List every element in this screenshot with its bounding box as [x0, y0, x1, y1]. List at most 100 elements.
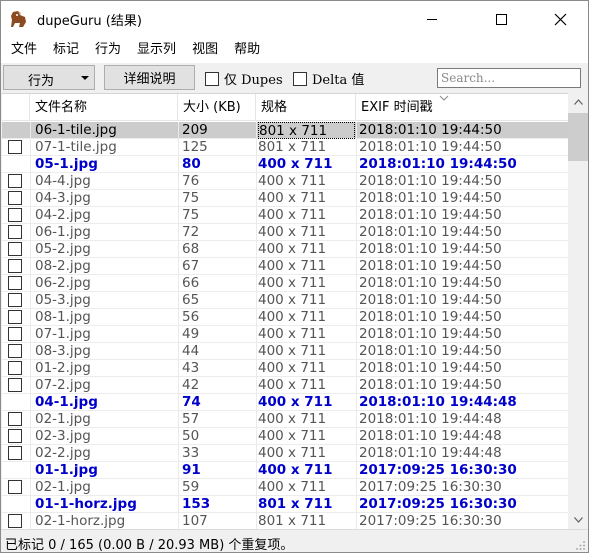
- vertical-scrollbar[interactable]: [568, 93, 588, 529]
- table-row[interactable]: 05-2.jpg 68 400 x 711 2018:01:10 19:44:50: [2, 241, 568, 258]
- cell-dimensions: 400 x 711: [258, 173, 327, 189]
- menu-mark[interactable]: 标记: [45, 39, 87, 61]
- minimize-button[interactable]: [409, 1, 455, 37]
- row-mark-checkbox[interactable]: [8, 514, 22, 528]
- table-row[interactable]: 02-3.jpg 50 400 x 711 2018:01:10 19:44:48: [2, 428, 568, 445]
- row-mark-checkbox[interactable]: [8, 225, 22, 239]
- row-mark-checkbox[interactable]: [8, 378, 22, 392]
- cell-filename: 05-3.jpg: [35, 292, 91, 308]
- menu-actions[interactable]: 行为: [87, 39, 129, 61]
- table-row[interactable]: 06-1.jpg 72 400 x 711 2018:01:10 19:44:50: [2, 224, 568, 241]
- scroll-up-button[interactable]: [568, 93, 588, 111]
- cell-dimensions: 400 x 711: [258, 156, 333, 172]
- cell-dimensions: 400 x 711: [258, 428, 327, 444]
- cell-filename: 07-2.jpg: [35, 377, 91, 393]
- row-mark-checkbox[interactable]: [8, 293, 22, 307]
- row-mark-checkbox[interactable]: [8, 412, 22, 426]
- row-mark-checkbox[interactable]: [8, 446, 22, 460]
- menu-view[interactable]: 视图: [184, 39, 226, 61]
- search-input[interactable]: [437, 68, 581, 88]
- cell-exif-timestamp: 2018:01:10 19:44:50: [359, 292, 502, 308]
- header-filename[interactable]: 文件名称: [30, 94, 178, 121]
- row-mark-checkbox[interactable]: [8, 259, 22, 273]
- cell-filename: 05-1.jpg: [35, 156, 98, 172]
- maximize-button[interactable]: [478, 1, 524, 37]
- table-row[interactable]: 08-3.jpg 44 400 x 711 2018:01:10 19:44:50: [2, 343, 568, 360]
- cell-exif-timestamp: 2018:01:10 19:44:48: [359, 394, 517, 410]
- cell-dimensions: 801 x 711: [258, 122, 355, 139]
- title-bar[interactable]: dupeGuru (结果): [1, 1, 588, 37]
- cell-exif-timestamp: 2018:01:10 19:44:50: [359, 156, 517, 172]
- cell-size: 57: [182, 411, 200, 427]
- cell-size: 75: [182, 207, 200, 223]
- delta-values-checkbox[interactable]: [293, 71, 307, 86]
- dupes-only-toggle[interactable]: 仅 Dupes: [205, 69, 283, 88]
- minimize-icon: [427, 19, 437, 20]
- table-row[interactable]: 06-1-tile.jpg 209 801 x 711 2018:01:10 19:4…: [2, 122, 568, 139]
- table-row[interactable]: 02-1.jpg 59 400 x 711 2017:09:25 16:30:30: [2, 479, 568, 496]
- row-mark-checkbox[interactable]: [8, 310, 22, 324]
- details-button[interactable]: 详细说明: [104, 65, 195, 90]
- resize-grip-icon[interactable]: [576, 541, 586, 551]
- delta-values-toggle[interactable]: Delta 值: [293, 69, 364, 88]
- dupes-only-label: 仅 Dupes: [224, 73, 283, 88]
- cell-exif-timestamp: 2018:01:10 19:44:50: [359, 377, 502, 393]
- table-row[interactable]: 07-2.jpg 42 400 x 711 2018:01:10 19:44:50: [2, 377, 568, 394]
- results-table[interactable]: 文件名称 大小 (KB) 规格 EXIF 时间戳 06-1-tile.jpg 20…: [2, 93, 568, 529]
- header-dimensions[interactable]: 规格: [256, 94, 356, 121]
- reference-row[interactable]: 01-1.jpg 91 400 x 711 2017:09:25 16:30:30: [2, 462, 568, 479]
- scroll-down-button[interactable]: [568, 511, 588, 529]
- row-mark-checkbox[interactable]: [8, 429, 22, 443]
- table-row[interactable]: 04-2.jpg 75 400 x 711 2018:01:10 19:44:50: [2, 207, 568, 224]
- chevron-up-icon: [573, 99, 583, 105]
- table-row[interactable]: 07-1-tile.jpg 125 801 x 711 2018:01:10 19:4…: [2, 139, 568, 156]
- row-mark-checkbox[interactable]: [8, 344, 22, 358]
- reference-row[interactable]: 04-1.jpg 74 400 x 711 2018:01:10 19:44:48: [2, 394, 568, 411]
- cell-dimensions: 400 x 711: [258, 207, 327, 223]
- cell-filename: 04-3.jpg: [35, 190, 91, 206]
- row-mark-checkbox[interactable]: [8, 242, 22, 256]
- header-checkbox-column[interactable]: [2, 94, 30, 121]
- menu-help[interactable]: 帮助: [226, 39, 268, 61]
- table-row[interactable]: 01-2.jpg 43 400 x 711 2018:01:10 19:44:50: [2, 360, 568, 377]
- cell-filename: 02-1.jpg: [35, 411, 91, 427]
- row-mark-checkbox[interactable]: [8, 208, 22, 222]
- table-row[interactable]: 02-1.jpg 57 400 x 711 2018:01:10 19:44:48: [2, 411, 568, 428]
- row-mark-checkbox[interactable]: [8, 140, 22, 154]
- row-mark-checkbox[interactable]: [8, 191, 22, 205]
- table-row[interactable]: 05-3.jpg 65 400 x 711 2018:01:10 19:44:50: [2, 292, 568, 309]
- column-divider: [356, 122, 357, 529]
- header-size[interactable]: 大小 (KB): [178, 94, 256, 121]
- cell-filename: 04-4.jpg: [35, 173, 91, 189]
- table-row[interactable]: 04-3.jpg 75 400 x 711 2018:01:10 19:44:50: [2, 190, 568, 207]
- cell-exif-timestamp: 2017:09:25 16:30:30: [359, 496, 517, 512]
- cell-dimensions: 400 x 711: [258, 241, 327, 257]
- cell-size: 125: [182, 139, 208, 155]
- close-button[interactable]: [537, 1, 583, 37]
- table-row[interactable]: 08-2.jpg 67 400 x 711 2018:01:10 19:44:50: [2, 258, 568, 275]
- table-row[interactable]: 08-1.jpg 56 400 x 711 2018:01:10 19:44:50: [2, 309, 568, 326]
- cell-filename: 08-2.jpg: [35, 258, 91, 274]
- row-mark-checkbox[interactable]: [8, 480, 22, 494]
- row-mark-checkbox[interactable]: [8, 276, 22, 290]
- scroll-thumb[interactable]: [568, 113, 588, 161]
- dupes-only-checkbox[interactable]: [205, 71, 219, 86]
- actions-dropdown-button[interactable]: 行为: [3, 65, 95, 90]
- reference-row[interactable]: 05-1.jpg 80 400 x 711 2018:01:10 19:44:50: [2, 156, 568, 173]
- app-logo-icon: [11, 11, 26, 27]
- table-row[interactable]: 02-1-horz.jpg 107 801 x 711 2017:09:25 16:3…: [2, 513, 568, 529]
- table-header: 文件名称 大小 (KB) 规格 EXIF 时间戳: [2, 94, 568, 121]
- menu-columns[interactable]: 显示列: [129, 39, 184, 61]
- table-row[interactable]: 04-4.jpg 76 400 x 711 2018:01:10 19:44:50: [2, 173, 568, 190]
- reference-row[interactable]: 01-1-horz.jpg 153 801 x 711 2017:09:25 16:3…: [2, 496, 568, 513]
- table-row[interactable]: 07-1.jpg 49 400 x 711 2018:01:10 19:44:50: [2, 326, 568, 343]
- table-row[interactable]: 06-2.jpg 66 400 x 711 2018:01:10 19:44:50: [2, 275, 568, 292]
- header-exif-timestamp[interactable]: EXIF 时间戳: [356, 94, 568, 121]
- row-mark-checkbox[interactable]: [8, 361, 22, 375]
- row-mark-checkbox[interactable]: [8, 327, 22, 341]
- row-mark-checkbox[interactable]: [8, 174, 22, 188]
- table-row[interactable]: 02-2.jpg 33 400 x 711 2018:01:10 19:44:48: [2, 445, 568, 462]
- cell-filename: 02-3.jpg: [35, 428, 91, 444]
- menu-bar: 文件 标记 行为 显示列 视图 帮助: [1, 37, 588, 63]
- menu-file[interactable]: 文件: [3, 39, 45, 61]
